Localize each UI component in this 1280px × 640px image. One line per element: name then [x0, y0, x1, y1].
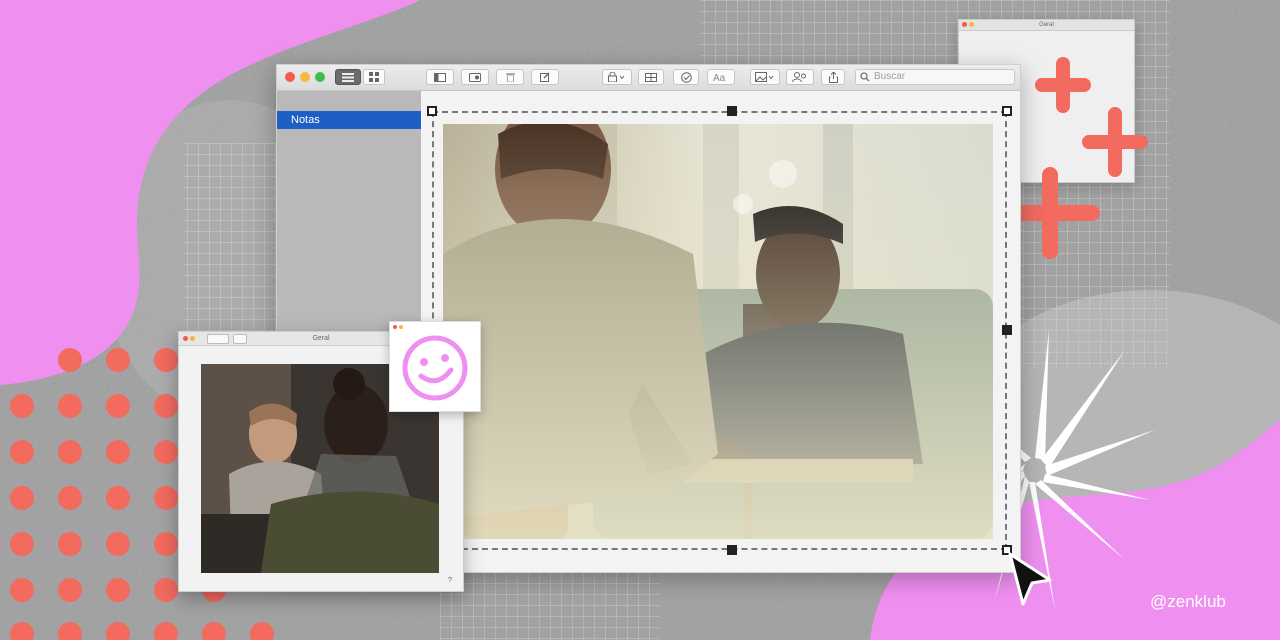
window-toolbar: Aa Buscar [277, 65, 1020, 91]
brand-handle: @zenklub [1150, 592, 1226, 611]
table-icon [645, 72, 657, 82]
text-format-icon: Aa [713, 73, 726, 82]
small-window-titlebar: Geral [959, 20, 1134, 31]
trash-icon [505, 73, 515, 82]
toggle-sidebar-button[interactable] [426, 69, 454, 85]
gallery-view-button[interactable] [363, 69, 385, 85]
share-button[interactable] [821, 69, 845, 85]
delete-button[interactable] [496, 69, 524, 85]
pointer-cursor-icon [1008, 552, 1052, 606]
close-dot-icon[interactable] [393, 325, 397, 329]
sidebar-list-icon [342, 72, 354, 82]
image-selection-frame[interactable] [432, 111, 1007, 550]
checklist-button[interactable] [673, 69, 699, 85]
search-icon [860, 72, 870, 82]
resize-handle-top-right[interactable] [1002, 106, 1012, 116]
table-button[interactable] [638, 69, 664, 85]
help-icon[interactable]: ? [448, 577, 452, 584]
minimize-button[interactable] [300, 72, 310, 82]
grid-icon [369, 72, 379, 82]
list-view-button[interactable] [335, 69, 361, 85]
insert-media-button[interactable] [750, 69, 780, 85]
zoom-button[interactable] [315, 72, 325, 82]
plus-icon [1008, 57, 1148, 259]
smiley-window [389, 321, 481, 412]
attachments-button[interactable] [461, 69, 489, 85]
media-icon [469, 72, 481, 82]
plus-icon-group [1008, 57, 1148, 259]
collaborate-icon [792, 72, 806, 82]
panel-icon [434, 72, 446, 82]
lock-button[interactable] [602, 69, 632, 85]
resize-handle-right[interactable] [1002, 325, 1012, 335]
search-placeholder: Buscar [874, 71, 906, 82]
new-note-button[interactable] [531, 69, 559, 85]
search-input[interactable]: Buscar [855, 69, 1015, 85]
resize-handle-top-left[interactable] [427, 106, 437, 116]
collaborate-button[interactable] [786, 69, 814, 85]
resize-handle-top[interactable] [727, 106, 737, 116]
minimize-dot-icon[interactable] [399, 325, 403, 329]
close-button[interactable] [285, 72, 295, 82]
lock-icon [608, 72, 625, 82]
svg-text:Aa: Aa [713, 73, 726, 82]
share-icon [828, 71, 838, 83]
smiley-icon [402, 335, 468, 401]
image-icon [755, 72, 774, 82]
sidebar-item-label: Notas [291, 114, 320, 126]
small-window-title: Geral [1039, 22, 1054, 28]
compose-icon [540, 72, 550, 82]
resize-handle-bottom[interactable] [727, 545, 737, 555]
sidebar-item-notas[interactable]: Notas [277, 111, 421, 129]
format-button[interactable]: Aa [707, 69, 735, 85]
note-content [422, 91, 1020, 572]
checklist-icon [680, 71, 692, 83]
